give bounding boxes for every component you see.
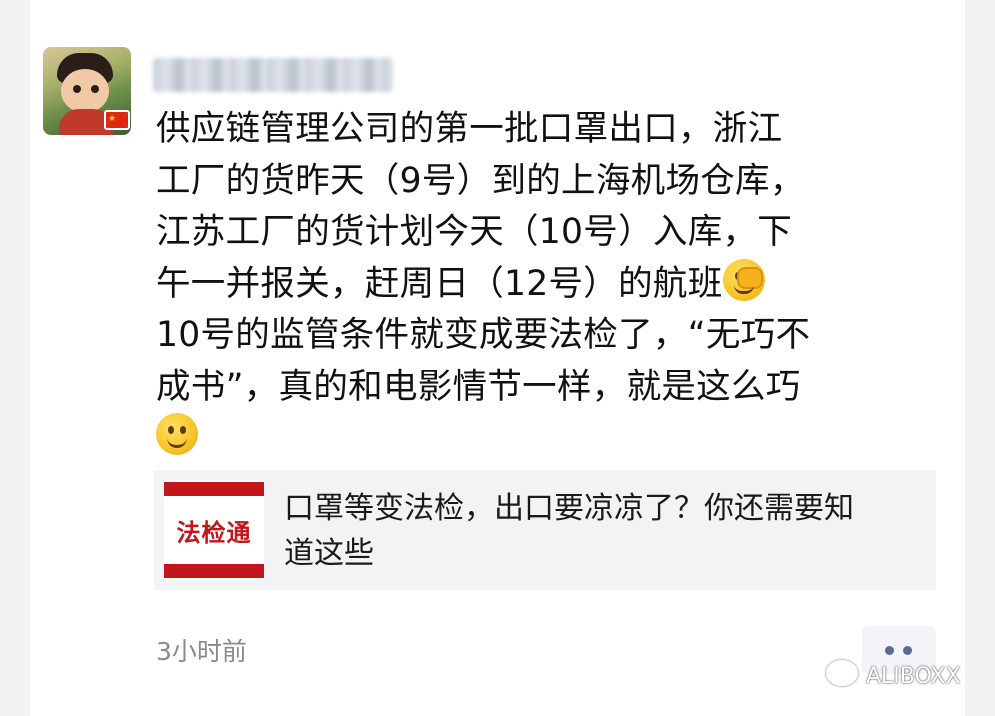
watermark: ALIBOXX <box>826 660 961 692</box>
shared-article-card[interactable]: 法检通 口罩等变法检，出口要凉凉了？你还需要知 道这些 <box>154 470 936 590</box>
article-thumbnail: 法检通 <box>164 480 264 580</box>
article-title-line: 道这些 <box>284 536 374 571</box>
post-text-line: 供应链管理公司的第一批口罩出口，浙江 <box>156 109 783 149</box>
article-title[interactable]: 口罩等变法检，出口要凉凉了？你还需要知 道这些 <box>284 486 914 576</box>
post-text-line-emoji-only <box>156 413 916 465</box>
post-text-line: 工厂的货昨天（9号）到的上海机场仓库， <box>156 160 805 201</box>
post-text-line: 江苏工厂的货计划今天（10号）入库，下 <box>156 212 793 252</box>
facepalm-emoji-icon <box>722 258 765 301</box>
post-text-line-with-emoji: 午一并报关，赶周日（12号）的航班 <box>156 258 916 311</box>
smile-emoji-icon <box>156 413 198 455</box>
thumbnail-title: 法检通 <box>176 519 252 547</box>
post-timestamp: 3小时前 <box>156 637 247 666</box>
more-dots-icon <box>885 646 894 655</box>
wechat-icon <box>826 660 858 686</box>
post-text-segment: 午一并报关，赶周日（12号）的航班 <box>156 263 723 304</box>
watermark-text: ALIBOXX <box>866 664 961 689</box>
article-title-line: 口罩等变法检，出口要凉凉了？你还需要知 <box>284 491 854 526</box>
post-text-line: 10号的监管条件就变成要法检了，“无巧不 <box>156 315 811 355</box>
post-text-line: 成书”，真的和电影情节一样，就是这么巧 <box>156 366 801 407</box>
post-body-text: 供应链管理公司的第一批口罩出口，浙江 工厂的货昨天（9号）到的上海机场仓库， 江… <box>156 104 916 465</box>
china-flag-icon: ★ <box>104 110 130 130</box>
author-name-blurred[interactable] <box>153 58 393 92</box>
